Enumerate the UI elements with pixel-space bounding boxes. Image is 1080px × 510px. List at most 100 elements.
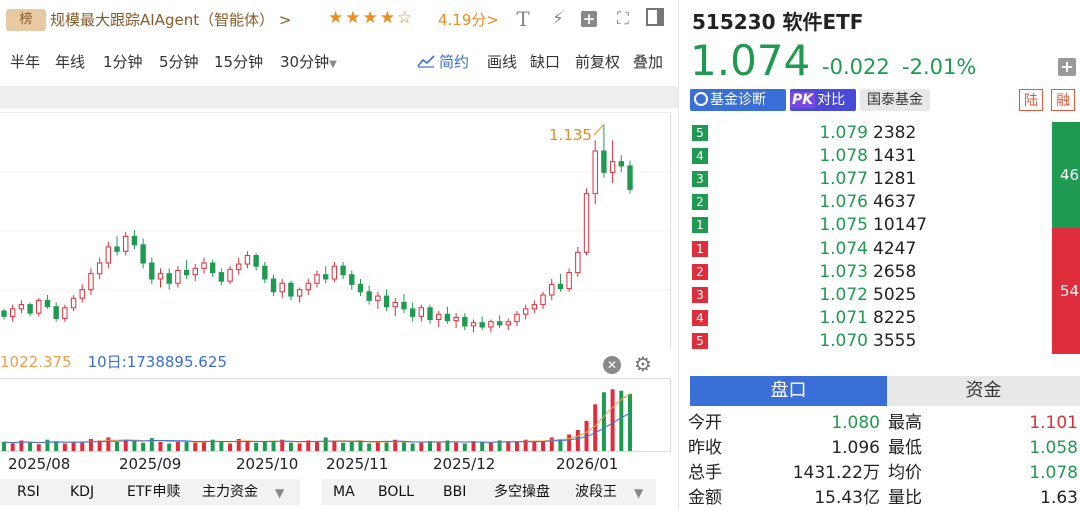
add-icon[interactable]: + — [578, 8, 600, 30]
gap-button[interactable]: 缺口 — [530, 48, 560, 76]
text-tool-icon[interactable]: T — [512, 8, 534, 30]
candle-body — [96, 262, 103, 275]
pk-compare-button[interactable]: PK 对比 — [790, 89, 856, 111]
level-price: 1.073 — [819, 261, 868, 282]
date-label: 2025/11 — [326, 455, 389, 473]
simple-mode-toggle[interactable]: 简约 — [417, 48, 469, 76]
level-index: 2 — [692, 194, 708, 211]
settings-gear-icon[interactable]: ⚙ — [634, 352, 652, 376]
price-change: -0.022 — [822, 55, 890, 79]
bid-row[interactable]: 3 1.072 5025 — [690, 284, 1050, 307]
volume-bar — [88, 438, 93, 451]
ask-row[interactable]: 1 1.075 10147 — [690, 214, 1050, 237]
stat-value: 15.43亿 — [814, 488, 880, 508]
stat-label: 最高 — [888, 413, 922, 433]
candle-body — [401, 301, 407, 310]
indicator-long-short[interactable]: 多空操盘 — [494, 479, 550, 505]
kline-chart-area[interactable] — [0, 112, 671, 349]
level-index: 3 — [692, 171, 708, 188]
candle-body — [366, 291, 372, 301]
bid-row[interactable]: 2 1.073 2658 — [690, 261, 1050, 284]
close-indicator-icon[interactable]: ✕ — [603, 356, 621, 374]
candle-body — [488, 321, 494, 328]
stat-label: 昨收 — [688, 438, 722, 458]
volume-bar — [288, 442, 293, 451]
level-volume: 8225 — [873, 307, 917, 328]
volume-bar — [71, 441, 76, 451]
candle-body — [522, 308, 529, 315]
volume-bar — [514, 441, 519, 451]
sidebar-toggle-icon[interactable] — [644, 8, 666, 30]
candle-body — [566, 272, 572, 290]
candle-body — [53, 306, 59, 319]
indicator-wave-king[interactable]: 波段王 — [575, 479, 617, 505]
candle-body — [479, 322, 485, 328]
chevron-down-icon[interactable]: ▼ — [634, 480, 643, 506]
indicator-ma[interactable]: MA — [333, 479, 355, 505]
fund-company-tag[interactable]: 国泰基金 — [860, 89, 930, 111]
candle-body — [357, 283, 364, 293]
fund-diagnosis-button[interactable]: 基金诊断 — [690, 89, 786, 111]
level-price: 1.078 — [819, 146, 868, 167]
candle-body — [557, 283, 564, 290]
candle-body — [540, 294, 546, 306]
candle-body — [18, 304, 25, 310]
tab-funds[interactable]: 资金 — [887, 376, 1080, 406]
stat-label: 均价 — [888, 463, 922, 483]
volume-bar — [436, 441, 441, 451]
volume-chart — [2, 389, 632, 451]
rank-arrow: > — [278, 11, 292, 29]
level-volume: 10147 — [873, 215, 928, 236]
period-1min[interactable]: 1分钟 — [103, 48, 143, 76]
volume-bar — [610, 389, 615, 451]
stat-label: 今开 — [688, 413, 722, 433]
bid-row[interactable]: 5 1.070 3555 — [690, 330, 1050, 353]
period-30min-dropdown[interactable]: 30分钟▼ — [280, 48, 337, 79]
forward-adjust-button[interactable]: 前复权 — [575, 48, 620, 76]
last-price: 1.074 — [690, 36, 811, 85]
stat-value: 1.080 — [831, 413, 880, 433]
period-5min[interactable]: 5分钟 — [159, 48, 199, 76]
ask-row[interactable]: 4 1.078 1431 — [690, 145, 1050, 168]
candle-body — [575, 251, 581, 274]
candle-body — [9, 308, 16, 317]
volume-bar — [462, 443, 467, 451]
chart-header-strip — [0, 86, 678, 108]
volume-ma5-value: 1022.375 — [0, 353, 72, 371]
indicator-etf-creation[interactable]: ETF申赎 — [127, 479, 180, 505]
period-year[interactable]: 年线 — [55, 48, 85, 76]
draw-line-button[interactable]: 画线 — [487, 48, 517, 76]
rank-badge[interactable]: 榜 — [6, 9, 46, 31]
candle-body — [79, 289, 85, 299]
candle-body — [340, 265, 346, 276]
lightning-icon[interactable]: ⚡ — [547, 8, 569, 30]
chevron-down-icon[interactable]: ▼ — [275, 480, 284, 506]
candle-body — [392, 301, 398, 308]
indicator-main-funds[interactable]: 主力资金 — [202, 479, 258, 505]
volume-bar — [262, 441, 267, 451]
period-15min[interactable]: 15分钟 — [214, 48, 263, 76]
rank-title-link[interactable]: 规模最大跟踪AIAgent（智能体） > — [50, 9, 291, 31]
indicator-kdj[interactable]: KDJ — [70, 479, 94, 505]
bid-row[interactable]: 1 1.074 4247 — [690, 238, 1050, 261]
volume-chart-area — [0, 378, 671, 452]
add-watchlist-icon[interactable]: + — [1058, 58, 1076, 76]
volume-bar — [228, 443, 233, 451]
price-change-percent: -2.01% — [902, 55, 977, 79]
ask-row[interactable]: 2 1.076 4637 — [690, 191, 1050, 214]
overlay-button[interactable]: 叠加 — [633, 48, 663, 76]
candle-body — [149, 262, 155, 280]
indicator-rsi[interactable]: RSI — [17, 479, 40, 505]
bid-row[interactable]: 4 1.071 8225 — [690, 307, 1050, 330]
indicator-bbi[interactable]: BBI — [443, 479, 466, 505]
panel-divider — [678, 0, 679, 510]
volume-bar — [271, 441, 276, 451]
ask-row[interactable]: 5 1.079 2382 — [690, 122, 1050, 145]
fullscreen-icon[interactable]: ⛶ — [612, 8, 634, 30]
ask-row[interactable]: 3 1.077 1281 — [690, 168, 1050, 191]
tab-order-book[interactable]: 盘口 — [690, 376, 887, 406]
rating-score-link[interactable]: 4.19分> — [438, 9, 499, 31]
period-half-year[interactable]: 半年 — [10, 48, 40, 76]
indicator-boll[interactable]: BOLL — [378, 479, 414, 505]
candle-body — [44, 299, 51, 308]
